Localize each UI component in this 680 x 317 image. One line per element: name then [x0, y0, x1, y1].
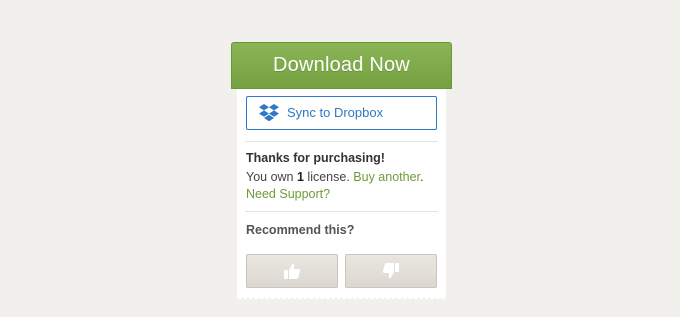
- thumbs-down-icon: [382, 263, 399, 279]
- thanks-message: Thanks for purchasing!: [246, 151, 385, 165]
- license-count: 1: [296, 170, 304, 184]
- divider: [245, 211, 438, 212]
- support-line: Need Support?: [246, 187, 330, 201]
- divider: [245, 141, 438, 142]
- buy-another-link[interactable]: Buy another: [353, 170, 420, 184]
- download-now-button[interactable]: Download Now: [231, 42, 452, 89]
- stage: Download Now Sync to Dropbox Thanks for …: [0, 0, 680, 317]
- period: .: [420, 170, 424, 184]
- thumbs-up-icon: [284, 263, 301, 279]
- torn-edge: [237, 293, 446, 300]
- recommend-title: Recommend this?: [246, 223, 355, 237]
- sync-to-dropbox-button[interactable]: Sync to Dropbox: [246, 96, 437, 130]
- sync-to-dropbox-label: Sync to Dropbox: [287, 105, 384, 120]
- own-suffix: license.: [307, 170, 350, 184]
- thumbs-up-button[interactable]: [246, 254, 338, 288]
- own-prefix: You own: [246, 170, 294, 184]
- thumbs-down-button[interactable]: [345, 254, 437, 288]
- purchase-card: Sync to Dropbox Thanks for purchasing! Y…: [237, 89, 446, 296]
- need-support-link[interactable]: Need Support?: [246, 187, 330, 201]
- license-line: You own 1 license. Buy another.: [246, 170, 424, 184]
- dropbox-icon: [259, 104, 279, 122]
